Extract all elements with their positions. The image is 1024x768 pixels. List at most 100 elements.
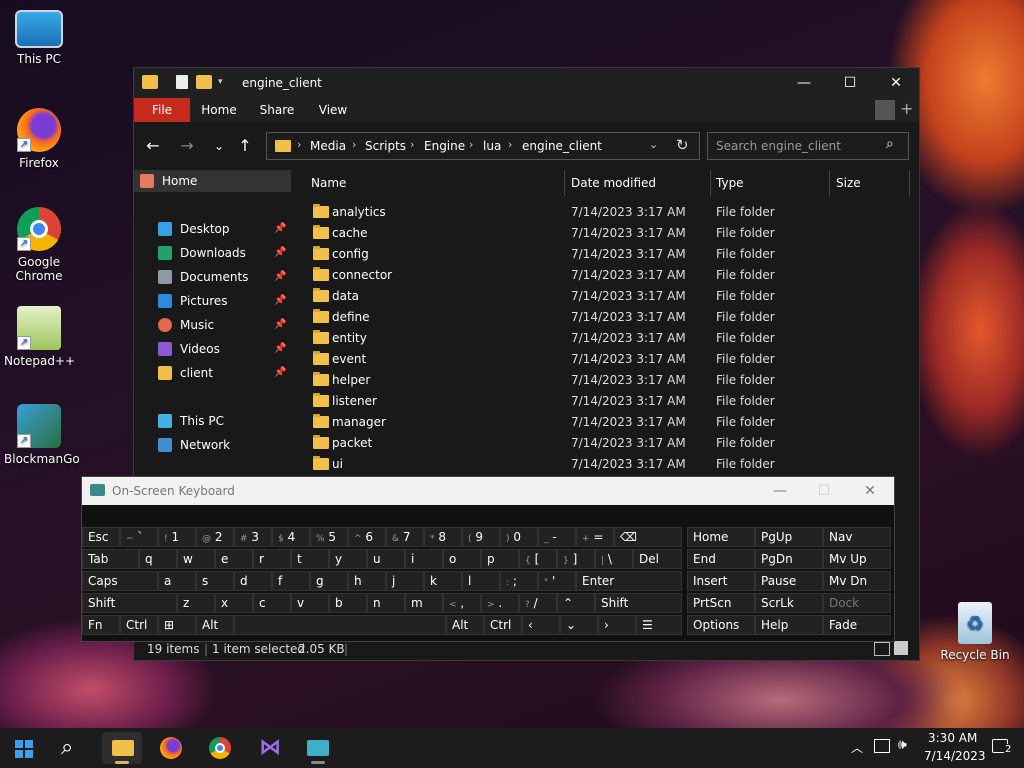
breadcrumb-item[interactable]: lua bbox=[483, 139, 501, 153]
menu-key[interactable]: ☰ bbox=[636, 615, 682, 635]
osk-minimize-button[interactable]: — bbox=[758, 477, 802, 505]
key-8[interactable]: * 8 bbox=[424, 527, 462, 547]
properties-icon[interactable] bbox=[176, 75, 188, 89]
desktop-icon-chrome[interactable]: ↗ Google Chrome bbox=[4, 207, 74, 283]
key-tab[interactable]: Tab bbox=[82, 549, 139, 569]
details-view-icon[interactable] bbox=[874, 642, 890, 656]
search-button[interactable]: ⌕ bbox=[52, 732, 92, 764]
key-sym[interactable]: > . bbox=[481, 593, 519, 613]
table-row[interactable]: define 7/14/2023 3:17 AM File folder bbox=[292, 307, 918, 328]
arrow-down-key[interactable]: ⌄ bbox=[560, 615, 598, 635]
key-del[interactable]: Del bbox=[633, 549, 682, 569]
chevron-up-icon[interactable]: ︿ bbox=[851, 739, 863, 756]
key-g[interactable]: g bbox=[310, 571, 348, 591]
breadcrumb-item[interactable]: engine_client bbox=[522, 139, 602, 153]
key-f[interactable]: f bbox=[272, 571, 310, 591]
search-input[interactable]: Search engine_client ⌕ bbox=[707, 132, 909, 160]
tab-share[interactable]: Share bbox=[252, 98, 302, 122]
nav-item-desktop[interactable]: Desktop 📌 bbox=[134, 218, 291, 240]
key-shift-right[interactable]: Shift bbox=[595, 593, 682, 613]
tab-view[interactable]: View bbox=[308, 98, 358, 122]
key-u[interactable]: u bbox=[367, 549, 405, 569]
key-h[interactable]: h bbox=[348, 571, 386, 591]
key-1[interactable]: ! 1 bbox=[158, 527, 196, 547]
key-l[interactable]: l bbox=[462, 571, 500, 591]
key-mvdn[interactable]: Mv Dn bbox=[823, 571, 891, 591]
key-`[interactable]: ~ ` bbox=[120, 527, 158, 547]
breadcrumb-item[interactable]: Engine bbox=[424, 139, 465, 153]
key-shift-left[interactable]: Shift bbox=[82, 593, 177, 613]
arrow-up-key[interactable]: ⌃ bbox=[557, 593, 595, 613]
table-row[interactable]: cache 7/14/2023 3:17 AM File folder bbox=[292, 223, 918, 244]
key-d[interactable]: d bbox=[234, 571, 272, 591]
tab-file[interactable]: File bbox=[134, 98, 190, 122]
key-ctrl-right[interactable]: Ctrl bbox=[484, 615, 522, 635]
key-a[interactable]: a bbox=[158, 571, 196, 591]
key-fn[interactable]: Fn bbox=[82, 615, 120, 635]
osk-maximize-button[interactable]: ☐ bbox=[802, 477, 846, 505]
new-folder-icon[interactable] bbox=[196, 75, 212, 89]
key-0[interactable]: ) 0 bbox=[500, 527, 538, 547]
key-r[interactable]: r bbox=[253, 549, 291, 569]
up-button[interactable]: ↑ bbox=[232, 134, 258, 158]
new-tab-icon[interactable]: + bbox=[900, 99, 913, 118]
key-prtscn[interactable]: PrtScn bbox=[687, 593, 755, 613]
space-key[interactable] bbox=[234, 615, 446, 635]
key-w[interactable]: w bbox=[177, 549, 215, 569]
key-pgup[interactable]: PgUp bbox=[755, 527, 823, 547]
nav-item-pictures[interactable]: Pictures 📌 bbox=[134, 290, 291, 312]
column-header-size[interactable]: Size bbox=[836, 170, 861, 196]
key-z[interactable]: z bbox=[177, 593, 215, 613]
key-sym[interactable]: } ] bbox=[557, 549, 595, 569]
chevron-down-icon[interactable]: ▾ bbox=[218, 77, 223, 91]
table-row[interactable]: event 7/14/2023 3:17 AM File folder bbox=[292, 349, 918, 370]
key-t[interactable]: t bbox=[291, 549, 329, 569]
clock-date[interactable]: 7/14/2023 bbox=[924, 749, 986, 763]
key-ctrl-left[interactable]: Ctrl bbox=[120, 615, 158, 635]
key-3[interactable]: # 3 bbox=[234, 527, 272, 547]
column-divider[interactable] bbox=[909, 170, 910, 196]
ribbon-expand-button[interactable] bbox=[875, 100, 895, 120]
key-q[interactable]: q bbox=[139, 549, 177, 569]
key-x[interactable]: x bbox=[215, 593, 253, 613]
column-header-name[interactable]: Name bbox=[311, 170, 346, 196]
key-nav[interactable]: Nav bbox=[823, 527, 891, 547]
nav-item-this-pc[interactable]: This PC bbox=[134, 410, 291, 432]
key-k[interactable]: k bbox=[424, 571, 462, 591]
key-c[interactable]: c bbox=[253, 593, 291, 613]
key--[interactable]: _ - bbox=[538, 527, 576, 547]
chevron-down-icon[interactable]: ⌄ bbox=[649, 138, 658, 151]
minimize-button[interactable]: — bbox=[781, 68, 827, 98]
key-sym[interactable]: < , bbox=[443, 593, 481, 613]
key-o[interactable]: o bbox=[443, 549, 481, 569]
table-row[interactable]: analytics 7/14/2023 3:17 AM File folder bbox=[292, 202, 918, 223]
key-2[interactable]: @ 2 bbox=[196, 527, 234, 547]
key-alt-left[interactable]: Alt bbox=[196, 615, 234, 635]
column-divider[interactable] bbox=[710, 170, 711, 196]
backspace-key[interactable]: ⌫ bbox=[614, 527, 682, 547]
table-row[interactable]: connector 7/14/2023 3:17 AM File folder bbox=[292, 265, 918, 286]
key-help[interactable]: Help bbox=[755, 615, 823, 635]
key-options[interactable]: Options bbox=[687, 615, 755, 635]
clock-time[interactable]: 3:30 AM bbox=[928, 731, 977, 745]
close-button[interactable]: ✕ bbox=[873, 68, 919, 98]
key-scrlk[interactable]: ScrLk bbox=[755, 593, 823, 613]
breadcrumb-item[interactable]: Scripts bbox=[365, 139, 406, 153]
key-m[interactable]: m bbox=[405, 593, 443, 613]
taskbar-firefox[interactable] bbox=[151, 732, 191, 764]
key-e[interactable]: e bbox=[215, 549, 253, 569]
windows-key[interactable]: ⊞ bbox=[158, 615, 196, 635]
key-9[interactable]: ( 9 bbox=[462, 527, 500, 547]
key-mvup[interactable]: Mv Up bbox=[823, 549, 891, 569]
arrow-right-key[interactable]: › bbox=[598, 615, 636, 635]
key-=[interactable]: + = bbox=[576, 527, 614, 547]
table-row[interactable]: helper 7/14/2023 3:17 AM File folder bbox=[292, 370, 918, 391]
key-s[interactable]: s bbox=[196, 571, 234, 591]
key-7[interactable]: & 7 bbox=[386, 527, 424, 547]
key-sym[interactable]: | \ bbox=[595, 549, 633, 569]
back-button[interactable]: ← bbox=[140, 134, 166, 158]
key-y[interactable]: y bbox=[329, 549, 367, 569]
forward-button[interactable]: → bbox=[174, 134, 200, 158]
key-4[interactable]: $ 4 bbox=[272, 527, 310, 547]
key-insert[interactable]: Insert bbox=[687, 571, 755, 591]
